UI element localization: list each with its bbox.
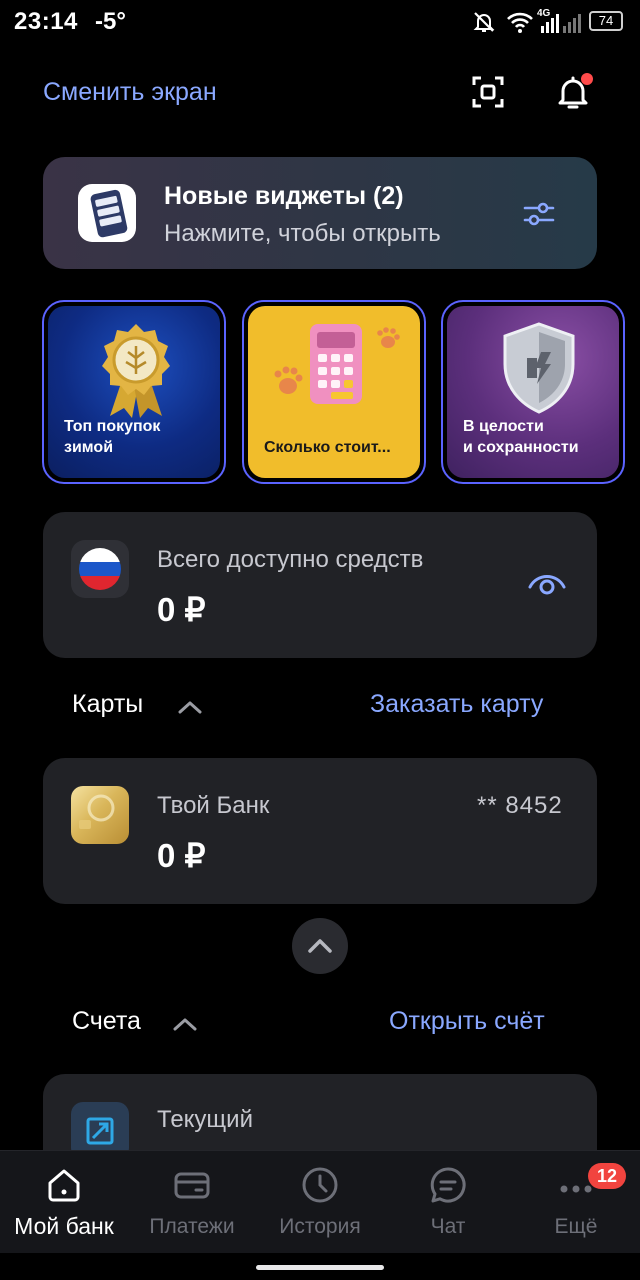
card-number-mask: ** 8452 [477,792,563,819]
nav-payments[interactable]: Платежи [128,1151,256,1253]
signal-2-icon [563,14,581,33]
nav-label: Платежи [149,1215,235,1238]
notifications-bell-icon[interactable] [553,72,593,112]
account-name: Текущий [157,1106,253,1133]
open-account-link[interactable]: Открыть счёт [389,1007,545,1036]
story-winter-purchases[interactable]: Топ покупок зимой [42,300,226,484]
clock-icon [302,1167,338,1203]
nav-label: Чат [430,1215,466,1238]
chevron-up-icon[interactable] [172,1016,198,1032]
total-balance-card[interactable]: Всего доступно средств 0 ₽ [43,512,597,658]
story-text: Топ покупок зимой [64,418,161,456]
wifi-icon [507,12,533,33]
battery-level: 74 [598,13,614,28]
calculator-icon [274,324,400,404]
bank-card-item[interactable]: Твой Банк ** 8452 0 ₽ [43,758,597,904]
home-indicator[interactable] [256,1265,384,1270]
notification-dot [581,73,593,85]
switch-screen-link[interactable]: Сменить экран [43,78,217,107]
new-widgets-banner[interactable]: Новые виджеты (2) Нажмите, чтобы открыть [43,157,597,269]
bottom-navigation: Мой банк Платежи История Чат 12 Ещё [0,1150,640,1253]
award-medal-icon [102,324,170,418]
card-balance: 0 ₽ [157,837,206,874]
order-card-link[interactable]: Заказать карту [370,690,543,719]
story-text: В целости и сохранности [463,418,579,456]
sliders-settings-icon[interactable] [523,199,555,229]
nav-more[interactable]: 12 Ещё [512,1151,640,1253]
shield-icon [503,322,575,414]
story-how-much-costs[interactable]: Сколько стоит... [242,300,426,484]
balance-label: Всего доступно средств [157,546,424,573]
status-bar: 23:14 -5° 4G 74 [0,0,640,44]
balance-value: 0 ₽ [157,591,206,628]
story-safe-and-sound[interactable]: В целости и сохранности [441,300,625,484]
signal-icon [541,14,559,33]
russia-flag-icon [71,540,129,598]
collapse-button[interactable] [292,918,348,974]
nav-label: Мой банк [14,1213,114,1239]
more-badge: 12 [588,1163,626,1189]
nav-history[interactable]: История [256,1151,384,1253]
chevron-up-icon[interactable] [177,699,203,715]
scan-qr-icon[interactable] [468,72,508,112]
nav-label: История [279,1215,361,1238]
nav-my-bank[interactable]: Мой банк [0,1151,128,1253]
eye-icon[interactable] [527,569,567,597]
card-name: Твой Банк [157,792,270,819]
chevron-up-icon [308,939,332,953]
cards-section-title: Карты [72,690,144,718]
status-time: 23:14 [14,8,78,35]
status-temperature: -5° [95,8,126,35]
widgets-banner-subtitle: Нажмите, чтобы открыть [164,220,441,247]
nav-chat[interactable]: Чат [384,1151,512,1253]
bell-muted-icon [473,12,495,32]
accounts-section-title: Счета [72,1007,141,1035]
wallet-icon [174,1172,210,1199]
home-icon [48,1169,80,1202]
chat-icon [430,1167,466,1203]
story-text: Сколько стоит... [264,439,391,456]
gold-card-icon [71,786,129,844]
widgets-phone-icon [78,184,136,242]
battery-icon: 74 [589,11,623,31]
widgets-banner-title: Новые виджеты (2) [164,182,404,210]
nav-label: Ещё [554,1215,598,1238]
